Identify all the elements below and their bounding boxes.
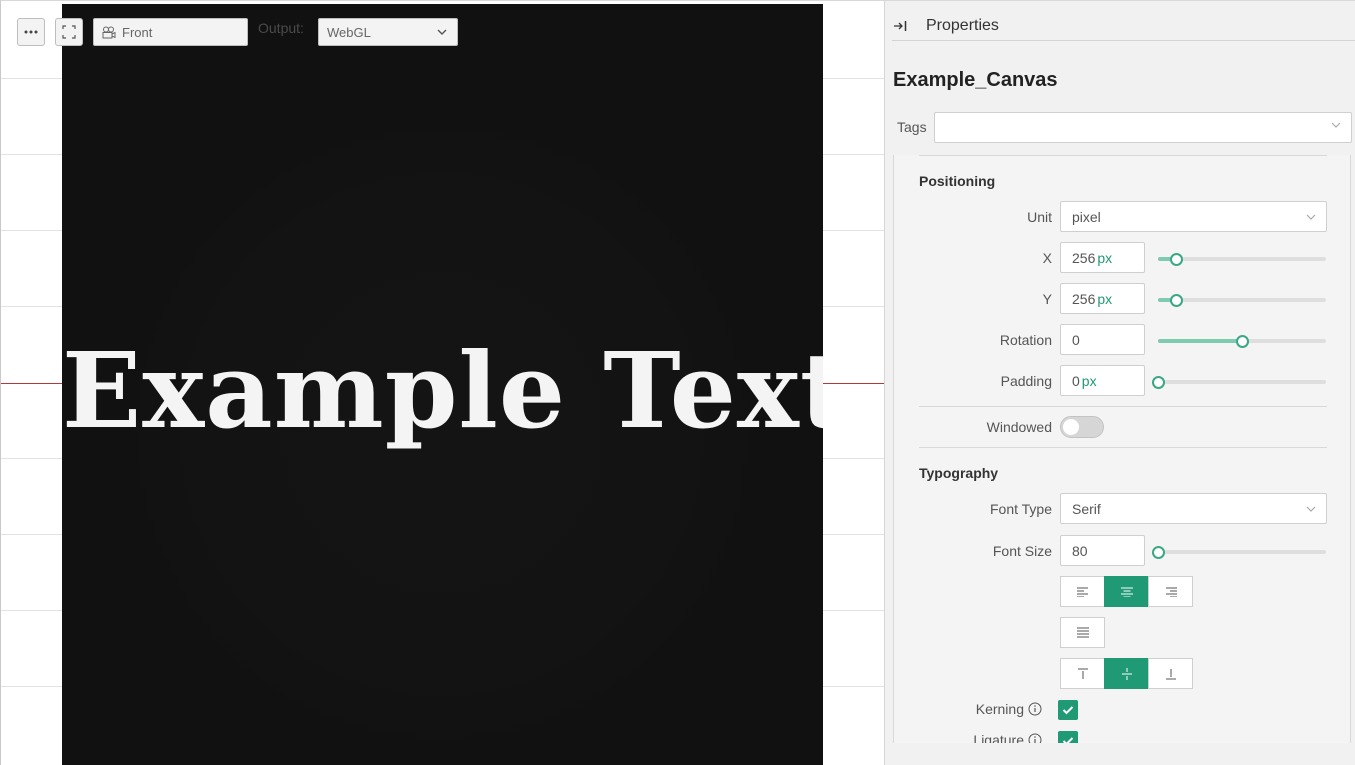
render-canvas[interactable]: Example Text bbox=[62, 4, 823, 765]
ligature-checkbox[interactable] bbox=[1058, 731, 1078, 743]
object-name: Example_Canvas bbox=[893, 69, 1058, 91]
kerning-checkbox[interactable] bbox=[1058, 700, 1078, 720]
section-title-positioning: Positioning bbox=[919, 173, 996, 189]
font-size-input[interactable]: 80 bbox=[1060, 535, 1145, 566]
app-window: Example Text Front Output: WebGL Propert… bbox=[0, 0, 1355, 765]
align-center-icon bbox=[1120, 587, 1133, 597]
y-unit: px bbox=[1097, 290, 1113, 307]
rotation-label: Rotation bbox=[999, 332, 1052, 348]
slider-thumb[interactable] bbox=[1152, 546, 1165, 559]
more-horizontal-icon bbox=[24, 30, 38, 34]
camera-select[interactable]: Front bbox=[93, 18, 248, 46]
font-size-slider[interactable] bbox=[1152, 546, 1326, 559]
fullscreen-button[interactable] bbox=[55, 18, 83, 46]
ligature-label: Ligature bbox=[973, 732, 1042, 743]
kerning-row: Kerning bbox=[894, 700, 1084, 720]
y-value: 256 bbox=[1072, 290, 1096, 307]
align-right-button[interactable] bbox=[1148, 576, 1193, 607]
align-justify-button[interactable] bbox=[1060, 617, 1105, 648]
align-left-button[interactable] bbox=[1060, 576, 1105, 607]
info-icon[interactable] bbox=[1028, 733, 1042, 743]
align-middle-icon bbox=[1121, 667, 1132, 680]
rotation-value: 0 bbox=[1072, 331, 1080, 348]
ligature-label-text: Ligature bbox=[973, 732, 1024, 743]
slider-thumb[interactable] bbox=[1152, 376, 1165, 389]
info-icon[interactable] bbox=[1028, 702, 1042, 716]
tags-input[interactable] bbox=[934, 112, 1352, 143]
justify-group bbox=[1060, 617, 1105, 648]
align-center-button[interactable] bbox=[1104, 576, 1149, 607]
x-input[interactable]: 256 px bbox=[1060, 242, 1145, 273]
padding-unit: px bbox=[1081, 372, 1097, 389]
slider-thumb[interactable] bbox=[1170, 294, 1183, 307]
collapse-panel-icon[interactable] bbox=[892, 18, 908, 34]
properties-panel: Properties Example_Canvas Tags Positioni… bbox=[884, 0, 1355, 765]
camera-icon bbox=[102, 26, 116, 38]
chevron-down-icon bbox=[1306, 506, 1316, 512]
unit-select[interactable]: pixel bbox=[1060, 201, 1327, 232]
y-label: Y bbox=[1042, 291, 1052, 307]
align-justify-icon bbox=[1076, 627, 1089, 637]
checkmark-icon bbox=[1062, 737, 1074, 743]
panel-header: Properties bbox=[892, 11, 1355, 41]
windowed-label: Windowed bbox=[986, 419, 1052, 435]
output-label: Output: bbox=[258, 20, 304, 36]
padding-input[interactable]: 0 px bbox=[1060, 365, 1145, 396]
windowed-toggle[interactable] bbox=[1060, 416, 1104, 438]
vertical-align-group bbox=[1060, 658, 1193, 689]
chevron-down-icon bbox=[437, 29, 447, 35]
font-size-label: Font Size bbox=[992, 543, 1052, 559]
unit-select-value: pixel bbox=[1072, 208, 1101, 225]
align-top-icon bbox=[1077, 668, 1088, 679]
viewport[interactable]: Example Text Front Output: WebGL bbox=[0, 0, 884, 765]
align-bottom-button[interactable] bbox=[1148, 658, 1193, 689]
text-align-group bbox=[1060, 576, 1193, 607]
camera-select-value: Front bbox=[122, 24, 153, 40]
divider bbox=[919, 406, 1327, 407]
unit-label: Unit bbox=[1027, 209, 1052, 225]
align-right-icon bbox=[1165, 587, 1177, 597]
x-unit: px bbox=[1097, 249, 1113, 266]
slider-thumb[interactable] bbox=[1236, 335, 1249, 348]
x-value: 256 bbox=[1072, 249, 1096, 266]
padding-label: Padding bbox=[1000, 373, 1052, 389]
y-slider[interactable] bbox=[1158, 294, 1326, 307]
output-select[interactable]: WebGL bbox=[318, 18, 458, 46]
ligature-row: Ligature bbox=[894, 731, 1084, 743]
fullscreen-icon bbox=[62, 25, 76, 39]
chevron-down-icon bbox=[1331, 122, 1341, 128]
tags-label: Tags bbox=[897, 119, 927, 135]
kerning-label-text: Kerning bbox=[975, 701, 1024, 717]
font-size-value: 80 bbox=[1072, 542, 1088, 559]
chevron-down-icon bbox=[1306, 214, 1316, 220]
properties-scroll-area[interactable]: Positioning Unit pixel X 256px Y 256px bbox=[893, 155, 1351, 743]
output-select-value: WebGL bbox=[327, 24, 371, 40]
more-options-button[interactable] bbox=[17, 18, 45, 46]
toggle-knob bbox=[1063, 419, 1079, 435]
padding-value: 0 bbox=[1072, 372, 1080, 389]
font-type-value: Serif bbox=[1072, 500, 1101, 517]
section-title-typography: Typography bbox=[919, 465, 999, 481]
font-type-label: Font Type bbox=[989, 501, 1052, 517]
y-input[interactable]: 256 px bbox=[1060, 283, 1145, 314]
padding-slider[interactable] bbox=[1152, 376, 1326, 389]
checkmark-icon bbox=[1062, 706, 1074, 715]
rotation-slider[interactable] bbox=[1158, 335, 1326, 348]
kerning-label: Kerning bbox=[976, 701, 1042, 717]
align-middle-button[interactable] bbox=[1104, 658, 1149, 689]
canvas-text: Example Text bbox=[62, 329, 823, 452]
align-left-icon bbox=[1076, 587, 1088, 597]
font-type-select[interactable]: Serif bbox=[1060, 493, 1327, 524]
divider bbox=[919, 447, 1327, 448]
x-label: X bbox=[1042, 250, 1052, 266]
rotation-input[interactable]: 0 bbox=[1060, 324, 1145, 355]
align-top-button[interactable] bbox=[1060, 658, 1105, 689]
panel-title: Properties bbox=[926, 16, 999, 34]
slider-thumb[interactable] bbox=[1170, 253, 1183, 266]
x-slider[interactable] bbox=[1158, 253, 1326, 266]
divider bbox=[919, 155, 1327, 156]
align-bottom-icon bbox=[1165, 668, 1176, 679]
